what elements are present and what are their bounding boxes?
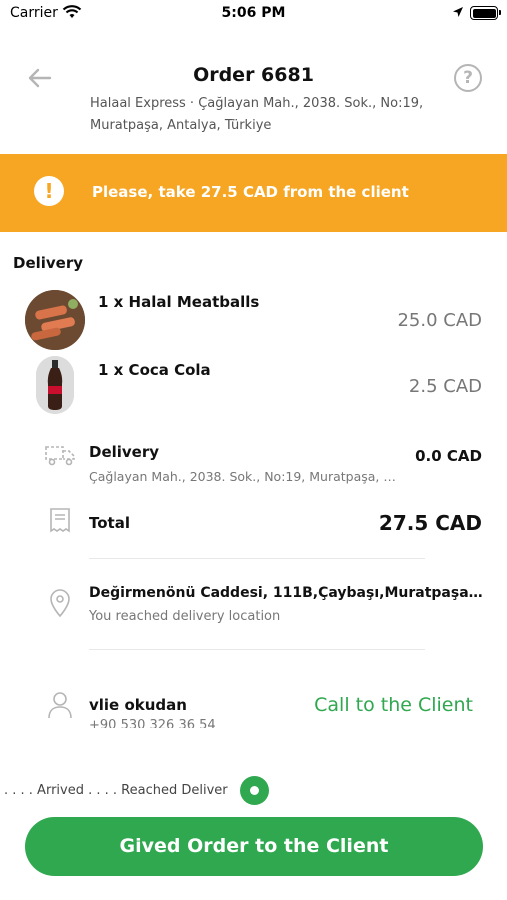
exclamation-icon: ! (34, 176, 64, 206)
item-name: 1 x Coca Cola (98, 361, 211, 379)
total-label: Total (89, 514, 130, 532)
destination-status: You reached delivery location (89, 609, 281, 624)
restaurant-address-line1: Halaal Express · Çağlayan Mah., 2038. So… (90, 96, 424, 111)
clock: 5:06 PM (221, 5, 286, 21)
restaurant-address-line2: Muratpaşa, Antalya, Türkiye (90, 118, 272, 133)
item-price: 25.0 CAD (397, 310, 482, 331)
delivery-progress-steps: . . . . Arrived . . . . Reached Deliver (4, 783, 228, 798)
help-icon[interactable]: ? (454, 64, 482, 92)
battery-icon (470, 6, 501, 20)
progress-marker-icon (240, 776, 269, 805)
coca-cola-bottle-photo (36, 356, 74, 414)
delivery-address: Çağlayan Mah., 2038. Sok., No:19, Muratp… (89, 469, 404, 484)
delivery-label: Delivery (89, 443, 160, 461)
status-bar: Carrier 5:06 PM (0, 0, 507, 30)
delivery-price: 0.0 CAD (415, 447, 482, 465)
payment-alert-text: Please, take 27.5 CAD from the client (92, 183, 409, 201)
client-name: vlie okudan (89, 696, 187, 714)
client-phone[interactable]: +90 530 326 36 54 (89, 716, 289, 728)
location-arrow-icon (453, 7, 463, 17)
give-order-button[interactable]: Gived Order to the Client (25, 817, 483, 876)
restaurant-info: Halaal Express · Çağlayan Mah., 2038. So… (90, 93, 430, 137)
location-pin-icon (50, 589, 70, 618)
call-client-button[interactable]: Call to the Client (314, 694, 473, 716)
item-name: 1 x Halal Meatballs (98, 293, 260, 311)
client-phone-text: +90 530 326 36 54 (89, 718, 216, 728)
total-price: 27.5 CAD (378, 511, 482, 535)
section-label: Delivery (13, 254, 84, 272)
delivery-truck-icon (45, 446, 75, 466)
meatballs-photo (25, 290, 85, 350)
receipt-icon (50, 508, 70, 533)
item-price: 2.5 CAD (408, 376, 482, 397)
divider (89, 649, 425, 650)
page-title: Order 6681 (193, 64, 314, 86)
destination-address: Değirmenönü Caddesi, 111B,Çaybaşı,Muratp… (89, 585, 484, 601)
user-icon (48, 692, 72, 719)
divider (89, 558, 425, 559)
